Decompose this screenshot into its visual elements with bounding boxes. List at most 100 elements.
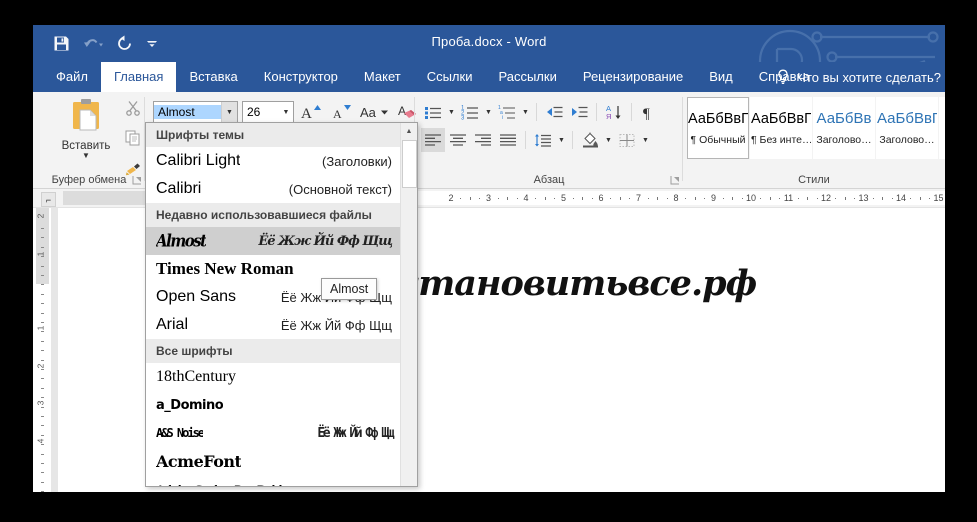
ruler-tick-label: 12 (820, 193, 832, 203)
font-dropdown-item-preview: (Основной текст) (288, 181, 392, 197)
font-name-value[interactable]: Almost (154, 105, 221, 119)
tell-me-box[interactable]: Что вы хотите сделать? (776, 62, 945, 92)
align-right-icon[interactable] (471, 128, 495, 152)
change-case-icon[interactable]: Aa (358, 100, 390, 124)
tab-layout[interactable]: Макет (351, 62, 414, 92)
numbering-icon[interactable]: 123 (458, 100, 482, 124)
font-dropdown-item-name: Calibri (156, 180, 202, 197)
numbering-dropdown-arrow-icon[interactable]: ▼ (483, 101, 494, 123)
paragraph-sep-5 (572, 131, 573, 149)
font-dropdown-items[interactable]: Шрифты темы Calibri Light (Заголовки) Calib… (146, 123, 400, 486)
bullets-icon[interactable] (421, 100, 445, 124)
scrollbar-thumb[interactable] (402, 140, 417, 188)
tab-references[interactable]: Ссылки (414, 62, 486, 92)
font-dropdown-item[interactable]: AcmeFont (146, 447, 400, 475)
increase-indent-icon[interactable] (567, 100, 591, 124)
font-dropdown-item[interactable]: Adobe Caslon Pro Bold (146, 475, 400, 487)
style-card-heading-3[interactable]: А З (939, 97, 945, 159)
font-size-dropdown-arrow-icon[interactable]: ▼ (279, 102, 293, 122)
style-card-normal[interactable]: АаБбВвГг, ¶ Обычный (687, 97, 749, 159)
ruler-minor-tick (582, 197, 584, 200)
tab-insert[interactable]: Вставка (176, 62, 250, 92)
sort-icon[interactable]: АЯ (602, 100, 626, 124)
vruler-tick-label: 2 (35, 213, 46, 219)
style-sample: АаБбВв (816, 110, 872, 127)
scroll-up-arrow-icon[interactable]: ▲ (401, 123, 417, 139)
grow-font-icon[interactable]: A (298, 100, 324, 124)
ruler-tick-label: 11 (783, 193, 794, 203)
line-spacing-dropdown-arrow-icon[interactable]: ▼ (556, 129, 567, 151)
ruler-tick-label: 3 (485, 193, 492, 203)
tab-view[interactable]: Вид (696, 62, 746, 92)
ruler-tick-label: 14 (895, 193, 907, 203)
paragraph-sep-3 (631, 103, 632, 121)
shrink-font-icon[interactable]: A (328, 100, 354, 124)
font-dropdown-scrollbar[interactable]: ▲ (400, 123, 417, 486)
ruler-minor-tick (497, 198, 499, 199)
vruler-minor-tick (41, 444, 44, 446)
paste-dropdown-arrow-icon[interactable]: ▼ (55, 152, 117, 160)
vruler-minor-tick (41, 246, 44, 248)
shading-dropdown-arrow-icon[interactable]: ▼ (603, 129, 614, 151)
paragraph-row-1: ▼ 123 ▼ 1ai ▼ АЯ ¶ (421, 100, 661, 124)
group-clipboard: Вставить ▼ Буфер обмена (33, 92, 145, 188)
tab-design[interactable]: Конструктор (251, 62, 351, 92)
cut-icon[interactable] (125, 100, 142, 121)
tab-review[interactable]: Рецензирование (570, 62, 696, 92)
ruler-tick-label: 9 (710, 193, 717, 203)
style-sample: АаБбВвГг, (688, 110, 748, 127)
copy-icon[interactable] (125, 130, 142, 151)
style-card-no-spacing[interactable]: АаБбВвГг, ¶ Без инте… (750, 97, 812, 159)
font-name-combo[interactable]: Almost ▼ (153, 101, 238, 123)
font-dropdown-item[interactable]: Almost Ёё Жж Йй Фф Щщ (146, 227, 400, 255)
ruler-minor-tick (610, 198, 612, 199)
font-name-dropdown-arrow-icon[interactable]: ▼ (220, 102, 237, 122)
style-card-heading-2[interactable]: АаБбВвГ Заголово… (876, 97, 938, 159)
document-text[interactable]: установитьвсе.рф (378, 263, 757, 304)
multilevel-dropdown-arrow-icon[interactable]: ▼ (520, 101, 531, 123)
show-marks-icon[interactable]: ¶ (637, 100, 661, 124)
svg-text:¶: ¶ (643, 106, 650, 120)
paste-button[interactable]: Вставить ▼ (55, 98, 117, 160)
ruler-minor-tick (779, 198, 781, 199)
tab-home[interactable]: Главная (100, 62, 177, 92)
font-dropdown-item-preview: Ёё Жж Йй Фф Щщ (280, 317, 392, 333)
vertical-ruler[interactable]: 2 1 1 2 3 4 (33, 208, 51, 492)
bullets-dropdown-arrow-icon[interactable]: ▼ (446, 101, 457, 123)
decrease-indent-icon[interactable] (542, 100, 566, 124)
line-spacing-icon[interactable] (531, 128, 555, 152)
font-dropdown-item[interactable]: A&S Noise Ёё Жж Йй Фф Щщ (146, 419, 400, 447)
font-dropdown-item[interactable]: 18thCentury (146, 363, 400, 391)
font-size-combo[interactable]: 26 ▼ (242, 101, 294, 123)
justify-icon[interactable] (496, 128, 520, 152)
left-tab-stop-icon[interactable]: ⌐ (41, 192, 56, 207)
vruler-minor-tick (41, 340, 44, 342)
font-dropdown-item[interactable]: Arial Ёё Жж Йй Фф Щщ (146, 311, 400, 339)
styles-gallery: АаБбВвГг, ¶ Обычный АаБбВвГг, ¶ Без инте… (687, 97, 945, 159)
tab-mailings[interactable]: Рассылки (485, 62, 569, 92)
paragraph-dialog-launcher-icon[interactable] (670, 175, 680, 185)
font-dropdown-list[interactable]: Шрифты темы Calibri Light (Заголовки) Calib… (145, 122, 418, 487)
borders-icon[interactable] (615, 128, 639, 152)
font-dropdown-section-header: Недавно использовавшиеся файлы (146, 203, 400, 227)
ruler-minor-tick (741, 198, 743, 199)
svg-text:Aa: Aa (360, 105, 377, 120)
style-card-heading-1[interactable]: АаБбВв Заголово… (813, 97, 875, 159)
align-center-icon[interactable] (446, 128, 470, 152)
ruler-minor-tick (732, 197, 734, 200)
shading-icon[interactable] (578, 128, 602, 152)
font-size-value[interactable]: 26 (243, 105, 279, 119)
title-bar: Проба.docx - Word (33, 25, 945, 62)
multilevel-list-icon[interactable]: 1ai (495, 100, 519, 124)
tab-file[interactable]: Файл (43, 62, 101, 92)
borders-dropdown-arrow-icon[interactable]: ▼ (640, 129, 651, 151)
ruler-tick-label: 7 (635, 193, 642, 203)
font-dropdown-item[interactable]: a_Domino (146, 391, 400, 419)
paragraph-sep-1 (536, 103, 537, 121)
vruler-minor-tick (41, 265, 44, 267)
font-dropdown-item[interactable]: Calibri (Основной текст) (146, 175, 400, 203)
clipboard-dialog-launcher-icon[interactable] (132, 175, 142, 185)
ruler-tick-label: 8 (673, 193, 679, 203)
align-left-icon[interactable] (421, 128, 445, 152)
font-dropdown-item[interactable]: Calibri Light (Заголовки) (146, 147, 400, 175)
